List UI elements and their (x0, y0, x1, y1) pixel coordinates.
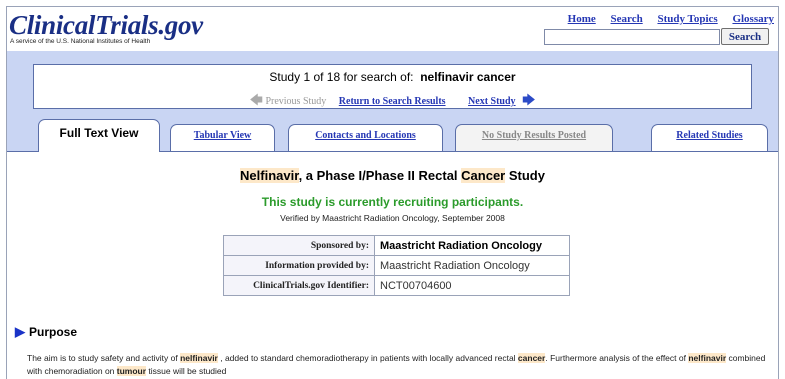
tab-full-text-view[interactable]: Full Text View (38, 119, 160, 152)
title-highlight-cancer: Cancer (461, 168, 506, 183)
identifier-value: NCT00704600 (374, 275, 570, 296)
search-query: nelfinavir cancer (420, 70, 516, 84)
title-text: , a Phase I/Phase II Rectal (298, 168, 462, 183)
purpose-heading-text: Purpose (29, 325, 78, 339)
search-input[interactable] (544, 29, 720, 45)
site-header: ClinicalTrials.gov A service of the U.S.… (7, 7, 778, 51)
purpose-heading[interactable]: ▶ Purpose (15, 324, 77, 340)
sponsor-value: Maastricht Radiation Oncology (374, 235, 570, 256)
previous-study-link: Previous Study (265, 96, 327, 107)
navigation-band: Study 1 of 18 for search of: nelfinavir … (7, 51, 778, 152)
glossary-link[interactable]: Glossary (732, 13, 774, 25)
next-arrow-icon[interactable]: 🡆 (522, 92, 535, 107)
purpose-text: . Furthermore analysis of the effect of (545, 353, 689, 363)
highlight-tumour: tumour (116, 366, 147, 376)
purpose-text: , added to standard chemoradiotherapy in… (217, 353, 518, 363)
info-provider-value: Maastricht Radiation Oncology (374, 255, 570, 276)
title-text-end: Study (505, 168, 545, 183)
purpose-description: The aim is to study safety and activity … (27, 352, 767, 378)
identifier-label: ClinicalTrials.gov Identifier: (223, 275, 375, 296)
title-highlight-nelfinavir: Nelfinavir (240, 168, 299, 183)
previous-arrow-icon: 🡄 (249, 92, 263, 107)
table-row: Sponsored by: Maastricht Radiation Oncol… (223, 235, 570, 256)
highlight-cancer: cancer (517, 353, 546, 363)
search-button[interactable]: Search (721, 28, 769, 45)
search-link[interactable]: Search (611, 13, 643, 25)
tab-contacts-locations[interactable]: Contacts and Locations (288, 124, 443, 151)
study-position: Study 1 of 18 for search of: nelfinavir … (34, 70, 751, 84)
study-navigation-box: Study 1 of 18 for search of: nelfinavir … (33, 64, 752, 109)
verified-by: Verified by Maastricht Radiation Oncolog… (280, 213, 505, 223)
study-info-table: Sponsored by: Maastricht Radiation Oncol… (223, 235, 570, 296)
highlight-nelfinavir: nelfinavir (688, 353, 727, 363)
top-nav: Home Search Study Topics Glossary (556, 13, 774, 25)
study-topics-link[interactable]: Study Topics (657, 13, 717, 25)
study-title: Nelfinavir, a Phase I/Phase II Rectal Ca… (7, 168, 778, 183)
sponsor-label: Sponsored by: (223, 235, 375, 256)
highlight-nelfinavir: nelfinavir (180, 353, 218, 363)
table-row: Information provided by: Maastricht Radi… (223, 255, 570, 276)
next-study-link[interactable]: Next Study (468, 96, 516, 107)
purpose-text: tissue will be studied (146, 366, 227, 376)
page-frame: ClinicalTrials.gov A service of the U.S.… (6, 6, 779, 379)
study-count-text: Study 1 of 18 for search of: (269, 70, 414, 84)
site-tagline: A service of the U.S. National Institute… (10, 38, 151, 45)
home-link[interactable]: Home (568, 13, 596, 25)
info-provider-label: Information provided by: (223, 255, 375, 276)
purpose-text: The aim is to study safety and activity … (27, 353, 181, 363)
expand-arrow-icon[interactable]: ▶ (15, 324, 25, 339)
tab-tabular-view[interactable]: Tabular View (170, 124, 275, 151)
tab-study-results: No Study Results Posted (455, 124, 613, 151)
return-to-search-link[interactable]: Return to Search Results (339, 96, 446, 107)
recruiting-status: This study is currently recruiting parti… (261, 195, 524, 209)
tab-related-studies[interactable]: Related Studies (651, 124, 768, 151)
study-nav-row: 🡄 Previous Study Return to Search Result… (34, 91, 751, 113)
site-logo[interactable]: ClinicalTrials.gov (9, 11, 203, 39)
table-row: ClinicalTrials.gov Identifier: NCT007046… (223, 275, 570, 296)
